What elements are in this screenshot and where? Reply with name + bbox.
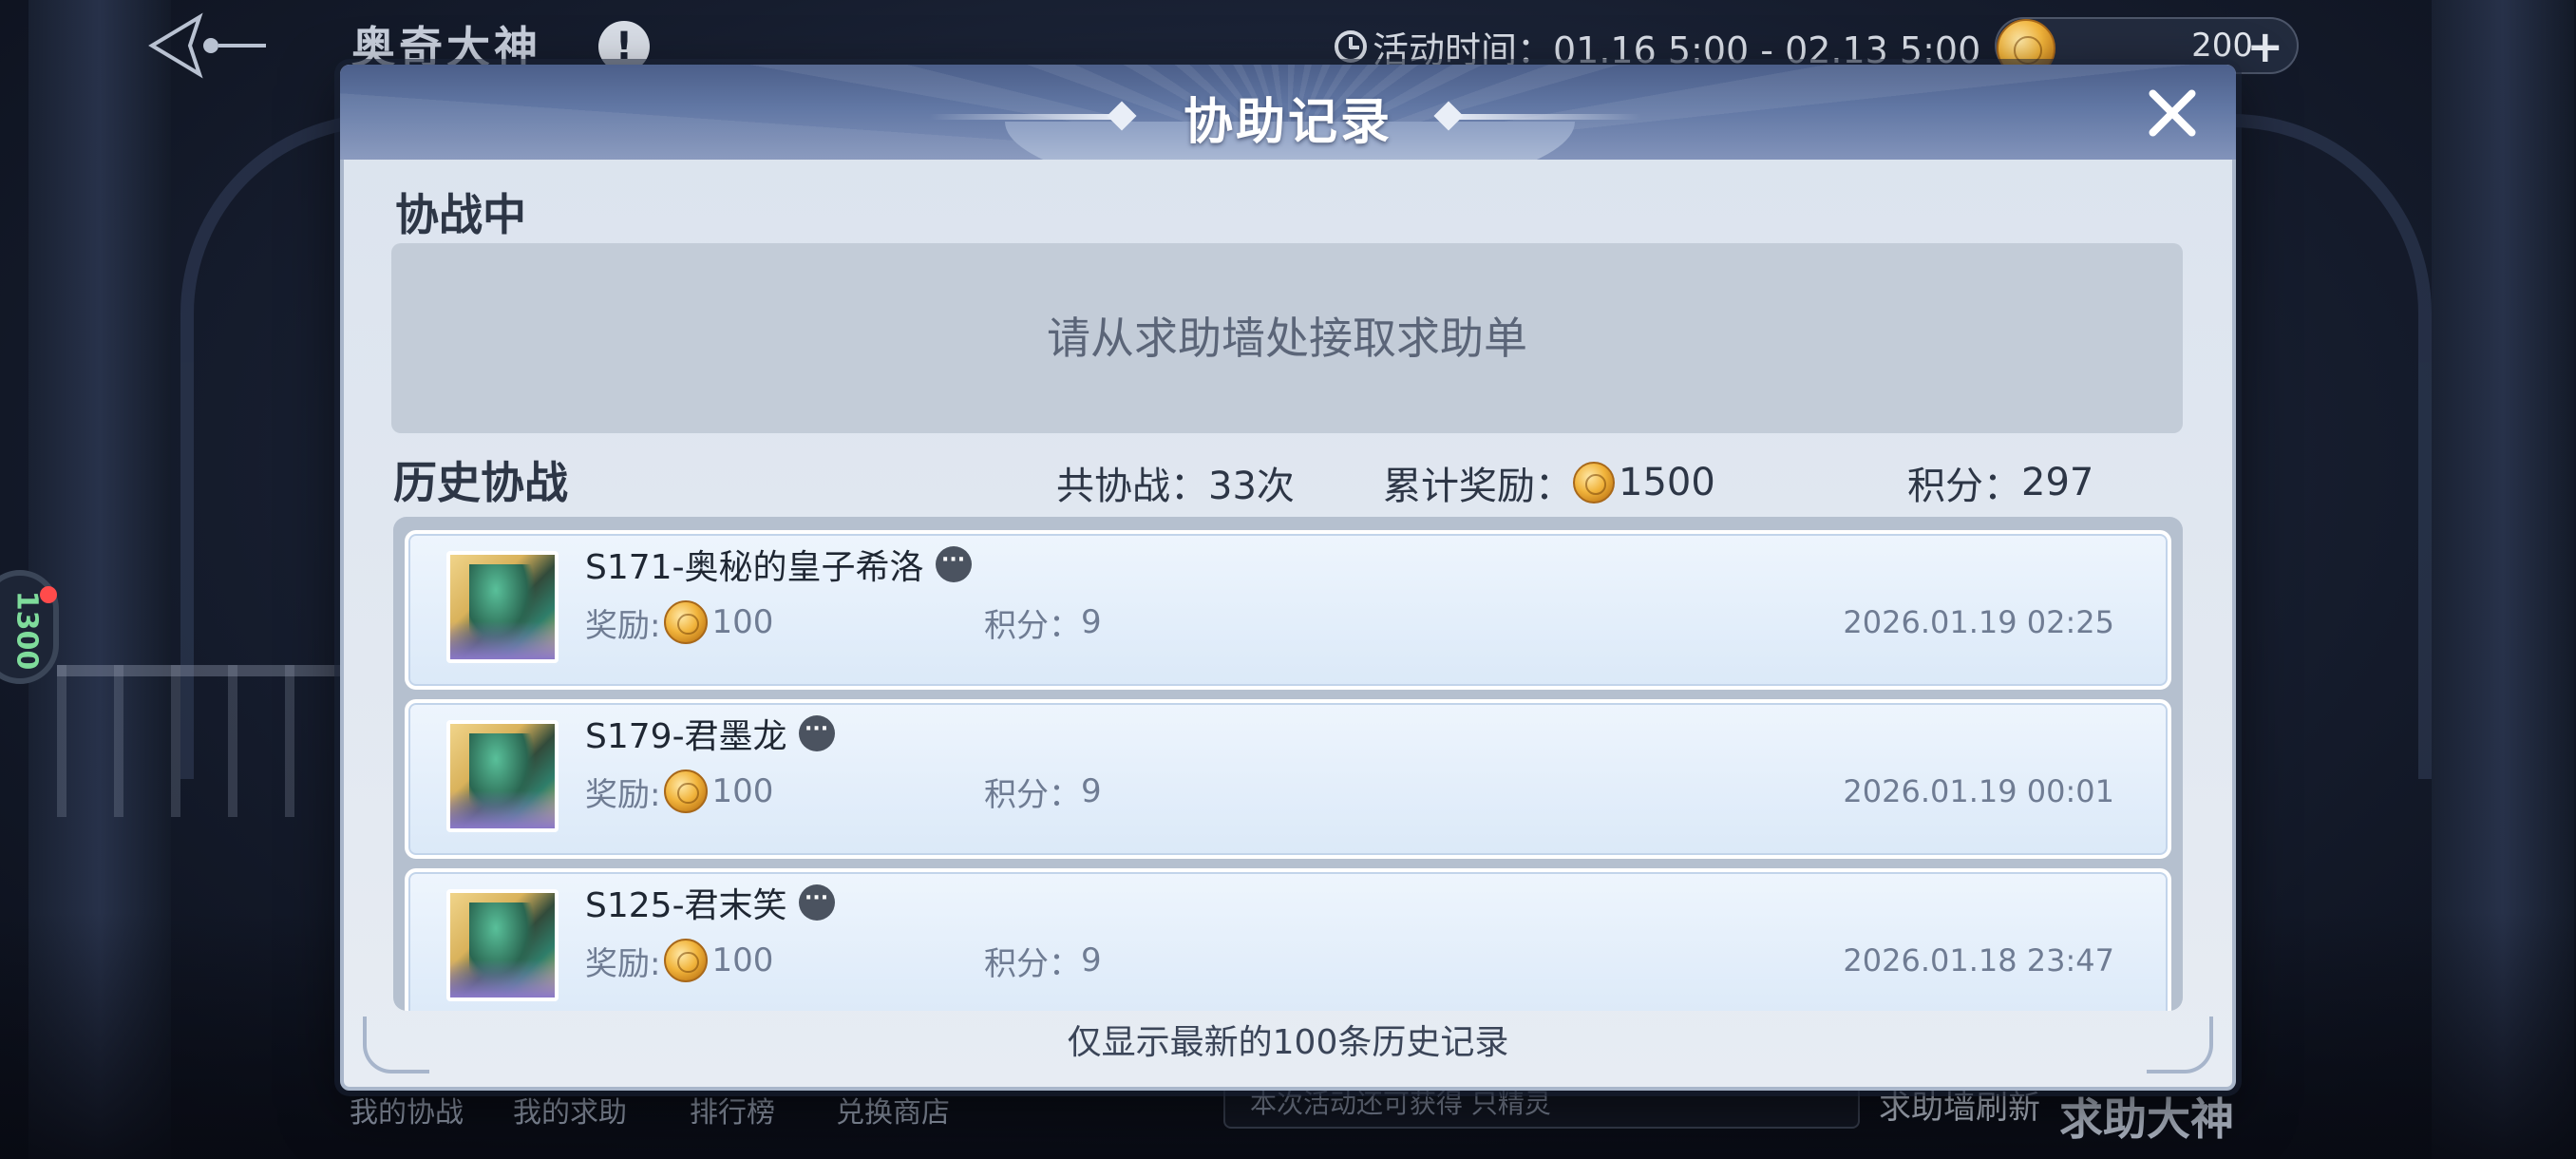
close-icon[interactable] [2139,80,2206,146]
record-title: S179-君墨龙 ··· [585,709,835,758]
total-assists-stat: 共协战： 33次 [1056,454,1295,511]
add-currency-button[interactable]: + [2246,21,2283,72]
total-assists-label: 共协战： [1056,465,1208,508]
gold-coin-icon [1573,462,1615,504]
empty-hint: 请从求助墙处接取求助单 [1047,313,1527,364]
score-value: 9 [1081,603,1102,641]
bg-railing [57,665,342,817]
corner-ornament [2147,1016,2213,1074]
gold-coin-icon [664,939,709,982]
score-label: 积分： [984,606,1081,645]
record-time: 2026.01.19 02:25 [1843,604,2114,640]
nav-my-assists[interactable]: 我的协战 [350,1089,464,1130]
total-score-stat: 积分： 297 [1907,454,2093,511]
dialog-title: 协助记录 [1183,94,1392,151]
score-label: 积分： [984,775,1081,814]
more-options-icon[interactable]: ··· [798,715,835,751]
total-reward-label: 累计奖励： [1383,465,1573,508]
record-name: S179-君墨龙 [585,717,787,756]
reward-label: 奖励: [585,944,661,983]
avatar [446,720,559,832]
dialog-header: 协助记录 [340,65,2236,160]
active-assist-box: 请从求助墙处接取求助单 [391,243,2183,433]
list-item[interactable]: S125-君末笑 ··· 奖励: 100 积分： 9 2026.01.18 23… [405,868,2171,1011]
ask-help-button[interactable]: 求助大神 [2059,1085,2234,1148]
total-assists-value: 33次 [1208,465,1295,508]
record-reward: 奖励: 100 [585,937,773,984]
score-label: 积分： [984,944,1081,983]
active-section-title: 协战中 [395,189,526,240]
avatar [446,889,559,1001]
total-reward-value: 1500 [1619,461,1715,504]
record-name: S171-奥秘的皇子希洛 [585,548,924,587]
record-time: 2026.01.19 00:01 [1843,773,2114,809]
reward-label: 奖励: [585,775,661,814]
gold-coin-icon [664,600,709,644]
record-reward: 奖励: 100 [585,768,773,815]
record-score: 积分： 9 [984,937,1102,984]
history-list[interactable]: S171-奥秘的皇子希洛 ··· 奖励: 100 积分： 9 2026.01.1… [393,517,2183,1011]
reward-value: 100 [711,941,774,979]
history-limit-note: 仅显示最新的100条历史记录 [1067,1023,1509,1062]
record-score: 积分： 9 [984,768,1102,815]
game-logo-icon [148,12,266,79]
record-title: S125-君末笑 ··· [585,878,835,927]
corner-ornament [363,1016,429,1074]
assist-record-dialog: 协助记录 协战中 请从求助墙处接取求助单 历史协战 共协战： 33次 累计奖励：… [340,65,2236,1091]
nav-my-requests[interactable]: 我的求助 [513,1089,627,1130]
side-badge-value: 1300 [9,590,44,671]
nav-leaderboard[interactable]: 排行榜 [690,1089,775,1130]
currency-value: 200 [2191,27,2253,65]
total-reward-stat: 累计奖励： 1500 [1383,454,1715,511]
list-item[interactable]: S179-君墨龙 ··· 奖励: 100 积分： 9 2026.01.19 00… [405,699,2171,859]
record-time: 2026.01.18 23:47 [1843,942,2114,978]
total-score-label: 积分： [1907,465,2021,508]
gold-coin-icon [664,770,709,813]
record-reward: 奖励: 100 [585,598,773,646]
record-title: S171-奥秘的皇子希洛 ··· [585,540,972,589]
total-score-value: 297 [2021,461,2094,504]
score-value: 9 [1081,772,1102,810]
more-options-icon[interactable]: ··· [798,884,835,921]
score-value: 9 [1081,941,1102,979]
reward-label: 奖励: [585,606,661,645]
nav-exchange-shop[interactable]: 兑换商店 [836,1089,950,1130]
more-options-icon[interactable]: ··· [935,546,972,582]
reward-value: 100 [711,772,774,810]
list-item[interactable]: S171-奥秘的皇子希洛 ··· 奖励: 100 积分： 9 2026.01.1… [405,530,2171,690]
reward-value: 100 [711,603,774,641]
avatar [446,551,559,663]
notification-dot [40,586,57,603]
record-name: S125-君末笑 [585,886,787,925]
history-section-title: 历史协战 [393,457,568,508]
clock-icon [1335,30,1367,63]
record-score: 积分： 9 [984,598,1102,646]
event-time: 活动时间：01.16 5:00 - 02.13 5:00 [1335,23,1980,71]
